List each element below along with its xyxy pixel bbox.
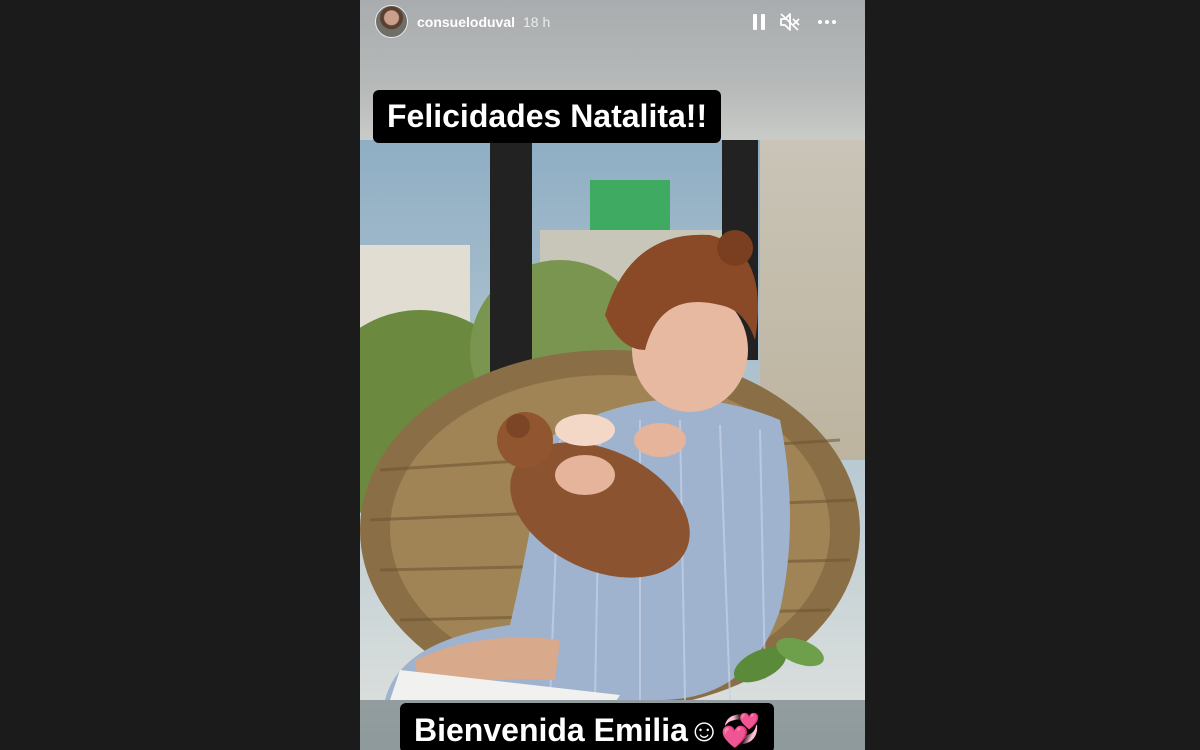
story-timestamp: 18 h bbox=[523, 14, 551, 30]
profile-avatar[interactable] bbox=[375, 5, 408, 38]
story-photo bbox=[360, 140, 865, 700]
mother-with-baby-photo bbox=[360, 140, 865, 700]
story-username[interactable]: consueloduval bbox=[417, 14, 515, 30]
muted-speaker-icon[interactable] bbox=[778, 10, 802, 34]
story-viewer: consueloduval 18 h Felicidades Natalita!… bbox=[360, 0, 865, 750]
story-header: consueloduval 18 h bbox=[360, 0, 865, 44]
pause-icon[interactable] bbox=[747, 10, 771, 34]
story-caption-bottom: Bienvenida Emilia☺💞 bbox=[400, 703, 775, 750]
story-caption-top: Felicidades Natalita!! bbox=[373, 90, 722, 143]
more-options-icon[interactable] bbox=[815, 10, 839, 34]
